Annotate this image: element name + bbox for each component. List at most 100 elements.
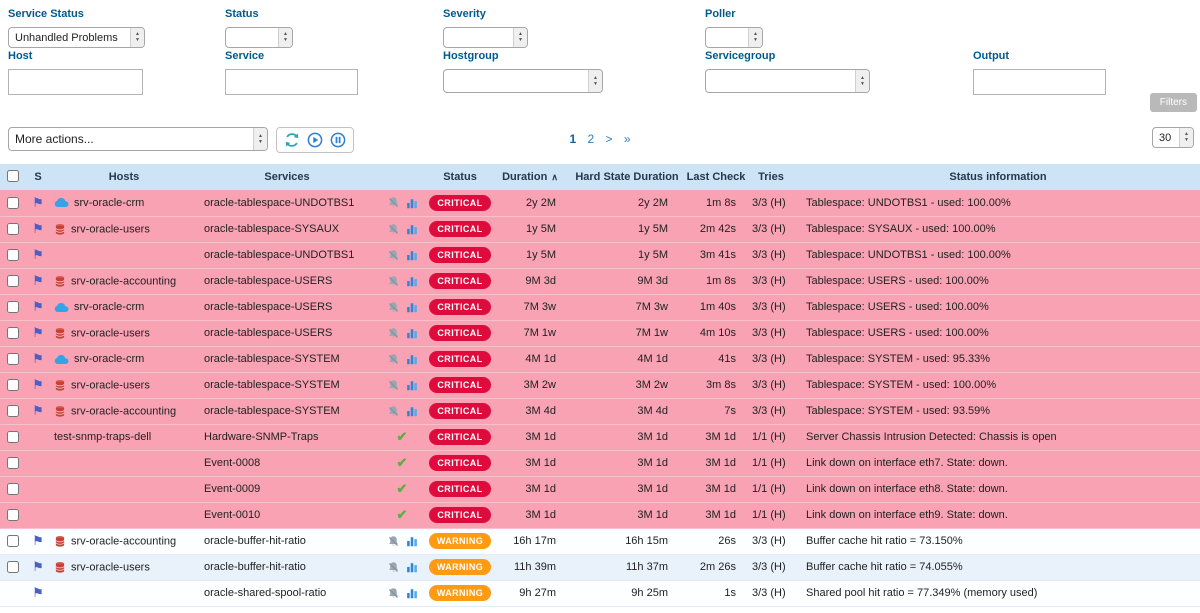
chart-icon[interactable] bbox=[406, 587, 418, 599]
flag-icon[interactable]: ⚑ bbox=[32, 403, 44, 418]
database-icon bbox=[54, 535, 66, 548]
header-hosts[interactable]: Hosts bbox=[50, 164, 198, 190]
host-name[interactable]: srv-oracle-crm bbox=[74, 353, 144, 365]
chart-icon[interactable] bbox=[406, 405, 418, 417]
chart-icon[interactable] bbox=[406, 379, 418, 391]
service-name[interactable]: oracle-tablespace-SYSTEM bbox=[204, 353, 340, 365]
row-checkbox[interactable] bbox=[7, 223, 19, 235]
service-name[interactable]: oracle-tablespace-USERS bbox=[204, 301, 332, 313]
duration-value: 3M 4d bbox=[492, 398, 568, 424]
chart-icon[interactable] bbox=[406, 301, 418, 313]
service-name[interactable]: oracle-tablespace-USERS bbox=[204, 327, 332, 339]
flag-icon[interactable]: ⚑ bbox=[32, 195, 44, 210]
host-name[interactable]: srv-oracle-crm bbox=[74, 197, 144, 209]
chart-icon[interactable] bbox=[406, 353, 418, 365]
status-select[interactable] bbox=[225, 27, 293, 48]
service-name[interactable]: Hardware-SNMP-Traps bbox=[204, 431, 319, 443]
select-all-checkbox[interactable] bbox=[7, 170, 19, 182]
row-checkbox[interactable] bbox=[7, 327, 19, 339]
row-checkbox[interactable] bbox=[7, 483, 19, 495]
host-name[interactable]: srv-oracle-users bbox=[71, 223, 150, 235]
row-checkbox[interactable] bbox=[7, 509, 19, 521]
severity-select[interactable] bbox=[443, 27, 528, 48]
row-checkbox[interactable] bbox=[7, 275, 19, 287]
flag-icon[interactable]: ⚑ bbox=[32, 351, 44, 366]
service-name[interactable]: oracle-buffer-hit-ratio bbox=[204, 561, 306, 573]
service-name[interactable]: oracle-tablespace-SYSAUX bbox=[204, 223, 339, 235]
row-checkbox[interactable] bbox=[7, 431, 19, 443]
service-status-select[interactable]: Unhandled Problems bbox=[8, 27, 145, 48]
status-badge: CRITICAL bbox=[429, 247, 490, 263]
chart-icon[interactable] bbox=[406, 197, 418, 209]
row-checkbox[interactable] bbox=[7, 197, 19, 209]
service-name[interactable]: oracle-tablespace-UNDOTBS1 bbox=[204, 249, 354, 261]
service-name[interactable]: oracle-shared-spool-ratio bbox=[204, 587, 326, 599]
host-name[interactable]: srv-oracle-crm bbox=[74, 301, 144, 313]
header-services[interactable]: Services bbox=[198, 164, 376, 190]
last-check-value: 3m 41s bbox=[686, 242, 746, 268]
last-check-value: 1m 8s bbox=[686, 190, 746, 216]
flag-icon[interactable]: ⚑ bbox=[32, 221, 44, 236]
next-page-link[interactable]: > bbox=[606, 132, 613, 146]
servicegroup-select[interactable] bbox=[705, 69, 870, 93]
chart-icon[interactable] bbox=[406, 223, 418, 235]
host-name[interactable]: srv-oracle-users bbox=[71, 327, 150, 339]
flag-icon[interactable]: ⚑ bbox=[32, 559, 44, 574]
service-name[interactable]: oracle-tablespace-UNDOTBS1 bbox=[204, 197, 354, 209]
row-checkbox[interactable] bbox=[7, 457, 19, 469]
service-name[interactable]: oracle-tablespace-SYSTEM bbox=[204, 379, 340, 391]
host-name[interactable]: srv-oracle-users bbox=[71, 561, 150, 573]
header-s[interactable]: S bbox=[26, 164, 50, 190]
page-link-1[interactable]: 1 bbox=[569, 132, 576, 146]
hostgroup-select[interactable] bbox=[443, 69, 603, 93]
flag-icon[interactable]: ⚑ bbox=[32, 247, 44, 262]
host-name[interactable]: srv-oracle-accounting bbox=[71, 535, 176, 547]
header-status-information[interactable]: Status information bbox=[796, 164, 1200, 190]
header-hard-state-duration[interactable]: Hard State Duration bbox=[568, 164, 686, 190]
hard-state-duration-value: 3M 1d bbox=[568, 450, 686, 476]
flag-icon[interactable]: ⚑ bbox=[32, 273, 44, 288]
header-last-check[interactable]: Last Check bbox=[686, 164, 746, 190]
flag-icon[interactable]: ⚑ bbox=[32, 585, 44, 600]
service-input[interactable] bbox=[225, 69, 358, 95]
row-checkbox[interactable] bbox=[7, 249, 19, 261]
row-checkbox[interactable] bbox=[7, 535, 19, 547]
host-name[interactable]: srv-oracle-accounting bbox=[71, 405, 176, 417]
page-size-select[interactable]: 30 bbox=[1152, 127, 1194, 148]
host-name[interactable]: srv-oracle-accounting bbox=[71, 275, 176, 287]
service-name[interactable]: oracle-tablespace-SYSTEM bbox=[204, 405, 340, 417]
service-name[interactable]: Event-0010 bbox=[204, 509, 260, 521]
row-checkbox[interactable] bbox=[7, 561, 19, 573]
output-input[interactable] bbox=[973, 69, 1106, 95]
filter-status: Status ▲▼ bbox=[225, 8, 293, 48]
chart-icon[interactable] bbox=[406, 535, 418, 547]
header-status[interactable]: Status bbox=[428, 164, 492, 190]
row-checkbox[interactable] bbox=[7, 353, 19, 365]
flag-icon[interactable]: ⚑ bbox=[32, 299, 44, 314]
filters-button[interactable]: Filters bbox=[1150, 93, 1197, 112]
host-name[interactable]: test-snmp-traps-dell bbox=[54, 431, 151, 443]
header-tries[interactable]: Tries bbox=[746, 164, 796, 190]
row-checkbox[interactable] bbox=[7, 379, 19, 391]
chart-icon[interactable] bbox=[406, 249, 418, 261]
service-name[interactable]: Event-0009 bbox=[204, 483, 260, 495]
page-link-2[interactable]: 2 bbox=[587, 132, 594, 146]
row-checkbox[interactable] bbox=[7, 405, 19, 417]
chart-icon[interactable] bbox=[406, 275, 418, 287]
last-page-link[interactable]: » bbox=[624, 132, 631, 146]
chart-icon[interactable] bbox=[406, 327, 418, 339]
flag-icon[interactable]: ⚑ bbox=[32, 377, 44, 392]
host-name[interactable]: srv-oracle-users bbox=[71, 379, 150, 391]
header-duration[interactable]: Duration∧ bbox=[492, 164, 568, 190]
service-name[interactable]: oracle-buffer-hit-ratio bbox=[204, 535, 306, 547]
filter-service-status: Service Status Unhandled Problems ▲▼ bbox=[8, 8, 145, 48]
flag-icon[interactable]: ⚑ bbox=[32, 533, 44, 548]
host-input[interactable] bbox=[8, 69, 143, 95]
flag-icon[interactable]: ⚑ bbox=[32, 325, 44, 340]
duration-value: 7M 1w bbox=[492, 320, 568, 346]
service-name[interactable]: oracle-tablespace-USERS bbox=[204, 275, 332, 287]
service-name[interactable]: Event-0008 bbox=[204, 457, 260, 469]
row-checkbox[interactable] bbox=[7, 301, 19, 313]
chart-icon[interactable] bbox=[406, 561, 418, 573]
poller-select[interactable] bbox=[705, 27, 763, 48]
